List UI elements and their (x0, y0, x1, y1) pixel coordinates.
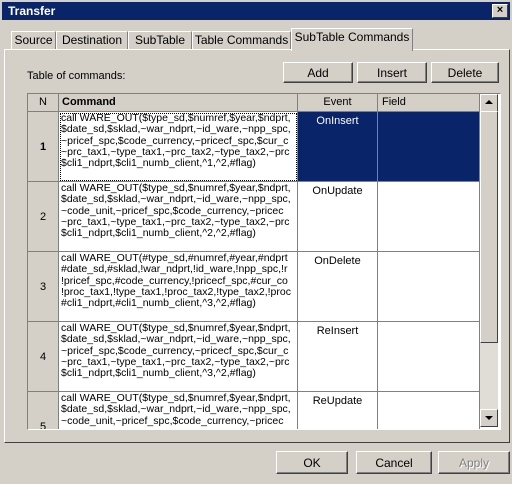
commands-label: Table of commands: (27, 70, 126, 82)
row-number: 1 (28, 112, 59, 182)
add-button[interactable]: Add (283, 62, 353, 83)
event-cell[interactable]: OnInsert (298, 112, 378, 182)
column-header-field[interactable]: Field (378, 94, 480, 112)
row-number: 4 (28, 322, 59, 392)
scroll-thumb[interactable] (480, 111, 498, 343)
command-cell[interactable]: call WARE_OUT($type_sd,$numref,$year,$nd… (59, 182, 298, 252)
command-cell[interactable]: call WARE_OUT($type_sd,$numref,$year,$nd… (59, 322, 298, 392)
table-row[interactable]: 2 call WARE_OUT($type_sd,$numref,$year,$… (28, 182, 480, 252)
cancel-button[interactable]: Cancel (356, 451, 432, 474)
tab-label: SubTable Commands (294, 30, 410, 44)
tab-label: SubTable (134, 33, 186, 47)
vertical-scrollbar[interactable] (480, 94, 498, 427)
close-icon: × (496, 4, 504, 16)
table-row[interactable]: 1 call WARE_OUT($type_sd,$numref,$year,$… (28, 112, 480, 182)
scroll-up-button[interactable] (480, 94, 498, 112)
scroll-down-button[interactable] (480, 409, 498, 427)
column-header-command[interactable]: Command (59, 94, 298, 112)
event-cell[interactable]: OnUpdate (298, 182, 378, 252)
arrow-down-icon (485, 416, 493, 420)
insert-button-label: Insert (376, 66, 407, 80)
event-cell[interactable]: ReUpdate (298, 392, 378, 429)
column-header-event[interactable]: Event (298, 94, 378, 112)
delete-button-label: Delete (447, 66, 483, 80)
row-number: 5 (28, 392, 59, 429)
tab-label: Destination (61, 33, 123, 47)
command-cell[interactable]: call WARE_OUT($type_sd,$numref,$year,$nd… (59, 392, 298, 429)
commands-table[interactable]: N Command Event Field 1 call WARE_OUT($t… (27, 93, 501, 430)
event-cell[interactable]: OnDelete (298, 252, 378, 322)
tab-subtable-commands[interactable]: SubTable Commands (291, 28, 413, 51)
delete-button[interactable]: Delete (431, 62, 499, 83)
insert-button[interactable]: Insert (357, 62, 427, 83)
row-number: 3 (28, 252, 59, 322)
command-cell[interactable]: call WARE_OUT(#type_sd,#numref,#year,#nd… (59, 252, 298, 322)
title-bar: Transfer × (2, 2, 510, 20)
add-button-label: Add (307, 66, 329, 80)
apply-button[interactable]: Apply (438, 451, 510, 474)
tab-destination[interactable]: Destination (56, 31, 128, 50)
tab-label: Table Commands (194, 33, 289, 47)
field-cell[interactable] (378, 392, 480, 429)
tab-source[interactable]: Source (11, 31, 56, 50)
tab-label: Source (14, 33, 53, 47)
table-row[interactable]: 3 call WARE_OUT(#type_sd,#numref,#year,#… (28, 252, 480, 322)
field-cell[interactable] (378, 252, 480, 322)
field-cell[interactable] (378, 112, 480, 182)
table-row[interactable]: 5 call WARE_OUT($type_sd,$numref,$year,$… (28, 392, 480, 429)
row-number: 2 (28, 182, 59, 252)
ok-button-label: OK (303, 456, 321, 470)
close-button[interactable]: × (492, 4, 508, 18)
ok-button[interactable]: OK (276, 451, 348, 474)
window-title: Transfer (8, 4, 56, 18)
column-header-n[interactable]: N (28, 94, 59, 112)
tab-table-commands[interactable]: Table Commands (192, 31, 291, 50)
tab-panel: Table of commands: Add Insert Delete N C… (4, 49, 510, 443)
tab-subtable[interactable]: SubTable (128, 31, 192, 50)
cancel-button-label: Cancel (375, 456, 413, 470)
arrow-up-icon (485, 100, 493, 104)
command-cell[interactable]: call WARE_OUT($type_sd,$numref,$year,$nd… (59, 112, 298, 182)
field-cell[interactable] (378, 182, 480, 252)
apply-button-label: Apply (458, 456, 490, 470)
event-cell[interactable]: ReInsert (298, 322, 378, 392)
table-row[interactable]: 4 call WARE_OUT($type_sd,$numref,$year,$… (28, 322, 480, 392)
field-cell[interactable] (378, 322, 480, 392)
transfer-dialog: Transfer × Source Destination SubTable T… (0, 0, 512, 484)
